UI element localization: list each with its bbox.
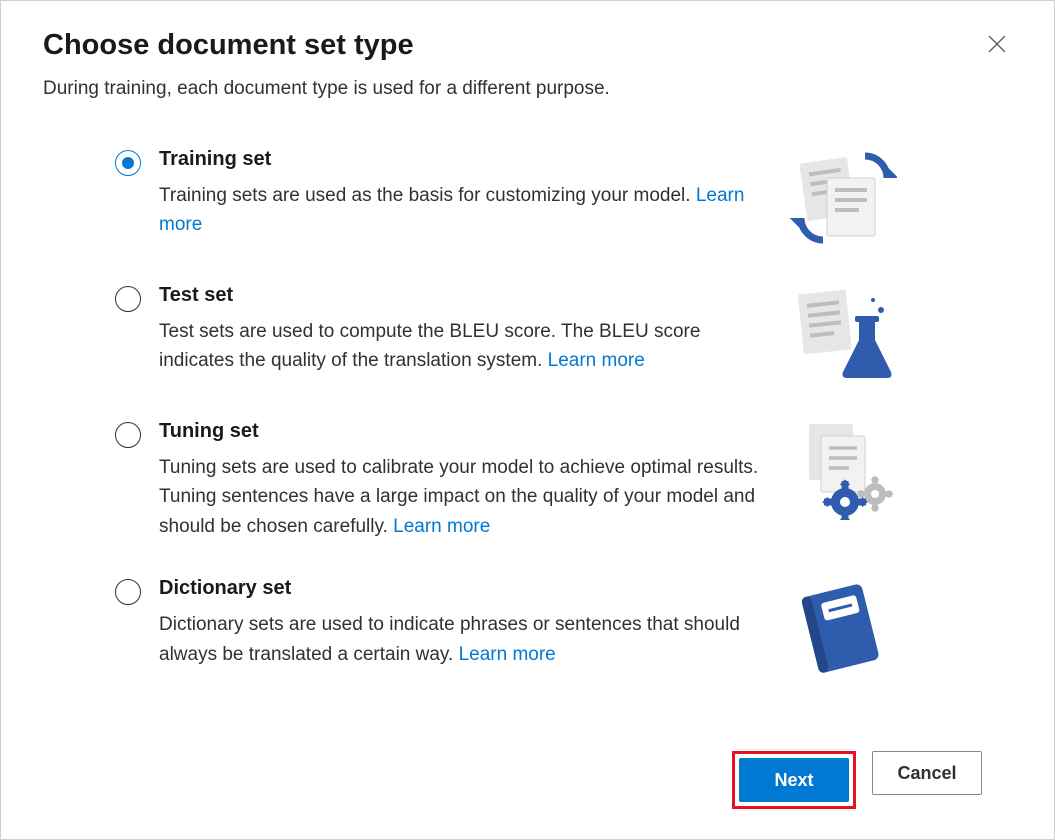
learn-more-tuning[interactable]: Learn more — [393, 516, 490, 537]
cancel-button[interactable]: Cancel — [872, 751, 982, 795]
documents-sync-icon — [787, 148, 897, 248]
dialog-header: Choose document set type During training… — [43, 29, 1012, 148]
radio-test[interactable] — [115, 286, 141, 312]
notebook-icon — [787, 577, 897, 677]
option-test: Test set Test sets are used to compute t… — [115, 284, 952, 384]
option-desc-test: Test sets are used to compute the BLEU s… — [159, 317, 759, 376]
option-desc-training: Training sets are used as the basis for … — [159, 181, 759, 240]
option-body-test: Test set Test sets are used to compute t… — [159, 284, 759, 376]
dialog-subtitle: During training, each document type is u… — [43, 78, 610, 100]
dialog-container: Choose document set type During training… — [1, 1, 1054, 839]
options-list: Training set Training sets are used as t… — [43, 148, 1012, 751]
document-flask-icon — [787, 284, 897, 384]
option-desc-dictionary: Dictionary sets are used to indicate phr… — [159, 610, 759, 669]
next-button[interactable]: Next — [739, 758, 849, 802]
option-training: Training set Training sets are used as t… — [115, 148, 952, 248]
option-body-training: Training set Training sets are used as t… — [159, 148, 759, 240]
option-title-training: Training set — [159, 148, 759, 171]
option-body-tuning: Tuning set Tuning sets are used to calib… — [159, 420, 759, 541]
option-title-tuning: Tuning set — [159, 420, 759, 443]
option-body-dictionary: Dictionary set Dictionary sets are used … — [159, 577, 759, 669]
dialog-title: Choose document set type — [43, 29, 610, 62]
option-tuning: Tuning set Tuning sets are used to calib… — [115, 420, 952, 541]
learn-more-test[interactable]: Learn more — [548, 350, 645, 371]
close-icon — [988, 37, 1006, 57]
option-dictionary: Dictionary set Dictionary sets are used … — [115, 577, 952, 677]
documents-gears-icon — [787, 420, 897, 520]
option-title-test: Test set — [159, 284, 759, 307]
learn-more-dictionary[interactable]: Learn more — [459, 644, 556, 665]
dialog-footer: Next Cancel — [43, 751, 1012, 839]
highlight-box: Next — [732, 751, 856, 809]
radio-training[interactable] — [115, 150, 141, 176]
close-button[interactable] — [982, 29, 1012, 62]
header-text: Choose document set type During training… — [43, 29, 610, 148]
radio-tuning[interactable] — [115, 422, 141, 448]
radio-dictionary[interactable] — [115, 579, 141, 605]
option-title-dictionary: Dictionary set — [159, 577, 759, 600]
option-desc-tuning: Tuning sets are used to calibrate your m… — [159, 453, 759, 541]
